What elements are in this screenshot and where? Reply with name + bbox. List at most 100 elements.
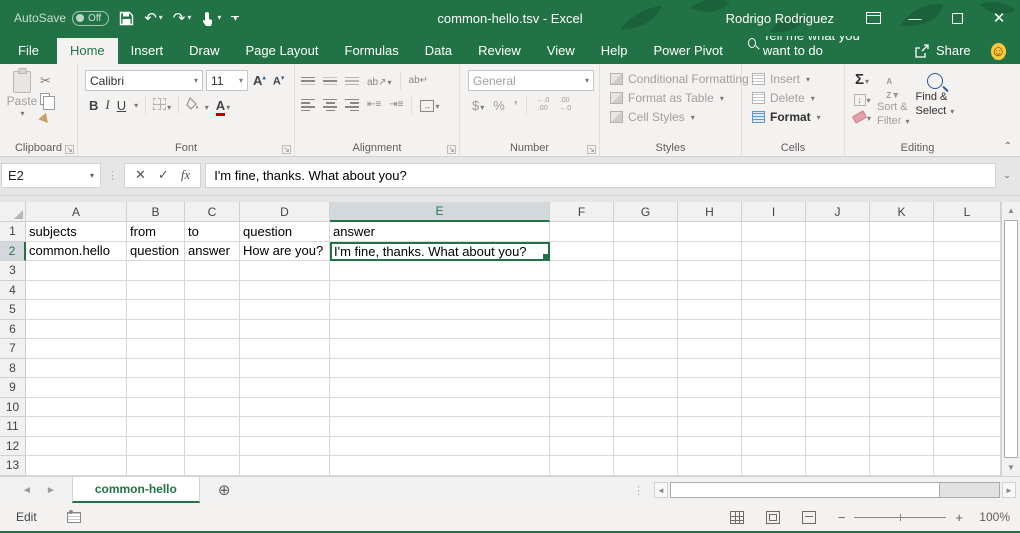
decrease-indent-button[interactable]: ⇤≡ — [367, 100, 381, 110]
cell-G1[interactable] — [614, 222, 678, 242]
cell-I2[interactable] — [742, 242, 806, 262]
cell-B3[interactable] — [127, 261, 185, 281]
middle-align-button[interactable] — [323, 77, 337, 86]
cell-D5[interactable] — [240, 300, 330, 320]
save-button[interactable] — [119, 11, 134, 26]
tab-page-layout[interactable]: Page Layout — [233, 38, 332, 64]
cell-J3[interactable] — [806, 261, 870, 281]
cell-F10[interactable] — [550, 398, 614, 418]
clear-button[interactable]: ▾ — [853, 109, 871, 124]
font-size-combo[interactable]: 11▾ — [206, 70, 248, 91]
cell-E5[interactable] — [330, 300, 550, 320]
cell-D9[interactable] — [240, 378, 330, 398]
insert-cells-button[interactable]: Insert▾ — [752, 72, 821, 86]
column-header-A[interactable]: A — [26, 202, 127, 222]
cell-I6[interactable] — [742, 320, 806, 340]
font-dialog-launcher[interactable]: ↘ — [282, 145, 291, 154]
cell-K8[interactable] — [870, 359, 934, 379]
column-header-B[interactable]: B — [127, 202, 185, 222]
cell-E13[interactable] — [330, 456, 550, 476]
scroll-up-button[interactable]: ▲ — [1002, 202, 1020, 219]
cell-I3[interactable] — [742, 261, 806, 281]
format-painter-button[interactable] — [40, 112, 55, 127]
column-header-K[interactable]: K — [870, 202, 934, 222]
cell-A11[interactable] — [26, 417, 127, 437]
horizontal-scrollbar[interactable]: ◄ ► — [654, 477, 1020, 503]
increase-indent-button[interactable]: ⇥≡ — [389, 100, 403, 110]
cell-H10[interactable] — [678, 398, 742, 418]
cell-L2[interactable] — [934, 242, 1001, 262]
column-header-E[interactable]: E — [330, 202, 550, 222]
cell-D2[interactable]: How are you? — [240, 242, 330, 262]
column-header-J[interactable]: J — [806, 202, 870, 222]
cell-H6[interactable] — [678, 320, 742, 340]
bottom-align-button[interactable] — [345, 77, 359, 86]
cell-I8[interactable] — [742, 359, 806, 379]
cell-D7[interactable] — [240, 339, 330, 359]
cell-K10[interactable] — [870, 398, 934, 418]
align-center-button[interactable] — [323, 99, 337, 111]
cell-I10[interactable] — [742, 398, 806, 418]
tab-formulas[interactable]: Formulas — [332, 38, 412, 64]
delete-cells-button[interactable]: Delete▾ — [752, 91, 821, 105]
cell-E7[interactable] — [330, 339, 550, 359]
cell-E6[interactable] — [330, 320, 550, 340]
column-header-C[interactable]: C — [185, 202, 240, 222]
cell-B12[interactable] — [127, 437, 185, 457]
cell-G5[interactable] — [614, 300, 678, 320]
format-as-table-button[interactable]: Format as Table▾ — [610, 91, 759, 105]
cell-E11[interactable] — [330, 417, 550, 437]
next-sheet-button[interactable]: ► — [46, 485, 56, 496]
cell-E2[interactable]: I'm fine, thanks. What about you? — [330, 242, 550, 262]
cell-J8[interactable] — [806, 359, 870, 379]
tab-view[interactable]: View — [534, 38, 588, 64]
borders-button[interactable]: ▾ — [153, 98, 171, 113]
cell-K6[interactable] — [870, 320, 934, 340]
cell-J7[interactable] — [806, 339, 870, 359]
undo-button[interactable]: ↶▾ — [144, 11, 163, 26]
tab-review[interactable]: Review — [465, 38, 534, 64]
cell-I7[interactable] — [742, 339, 806, 359]
cell-A1[interactable]: subjects — [26, 222, 127, 242]
underline-dropdown-icon[interactable]: ▾ — [134, 101, 138, 110]
user-name[interactable]: Rodrigo Rodriguez — [726, 11, 834, 26]
cell-I12[interactable] — [742, 437, 806, 457]
conditional-formatting-button[interactable]: Conditional Formatting▾ — [610, 72, 759, 86]
cell-K11[interactable] — [870, 417, 934, 437]
tab-home[interactable]: Home — [57, 38, 118, 64]
sort-filter-button[interactable]: AZ▼ Sort &Filter ▾ — [877, 71, 910, 138]
cell-D12[interactable] — [240, 437, 330, 457]
cell-C11[interactable] — [185, 417, 240, 437]
cell-L12[interactable] — [934, 437, 1001, 457]
page-break-preview-button[interactable] — [802, 511, 816, 524]
cell-K9[interactable] — [870, 378, 934, 398]
cell-F6[interactable] — [550, 320, 614, 340]
cell-E8[interactable] — [330, 359, 550, 379]
column-header-G[interactable]: G — [614, 202, 678, 222]
row-header-11[interactable]: 11 — [0, 417, 26, 437]
cell-L10[interactable] — [934, 398, 1001, 418]
italic-button[interactable]: I — [105, 97, 109, 113]
cell-F5[interactable] — [550, 300, 614, 320]
cell-D10[interactable] — [240, 398, 330, 418]
autosum-button[interactable]: Σ▾ — [855, 71, 869, 88]
enter-entry-button[interactable]: ✓ — [158, 167, 169, 183]
cell-F9[interactable] — [550, 378, 614, 398]
cell-C7[interactable] — [185, 339, 240, 359]
cancel-entry-button[interactable]: ✕ — [135, 167, 146, 183]
cell-L6[interactable] — [934, 320, 1001, 340]
cell-I11[interactable] — [742, 417, 806, 437]
cell-A7[interactable] — [26, 339, 127, 359]
maximize-button[interactable] — [936, 0, 978, 36]
cell-B9[interactable] — [127, 378, 185, 398]
copy-button[interactable]: ▾ — [40, 93, 55, 108]
select-all-button[interactable] — [0, 202, 26, 222]
cell-G11[interactable] — [614, 417, 678, 437]
cell-C8[interactable] — [185, 359, 240, 379]
tab-data[interactable]: Data — [412, 38, 465, 64]
cell-I1[interactable] — [742, 222, 806, 242]
cell-D8[interactable] — [240, 359, 330, 379]
cell-I4[interactable] — [742, 281, 806, 301]
cell-L13[interactable] — [934, 456, 1001, 476]
cell-E4[interactable] — [330, 281, 550, 301]
